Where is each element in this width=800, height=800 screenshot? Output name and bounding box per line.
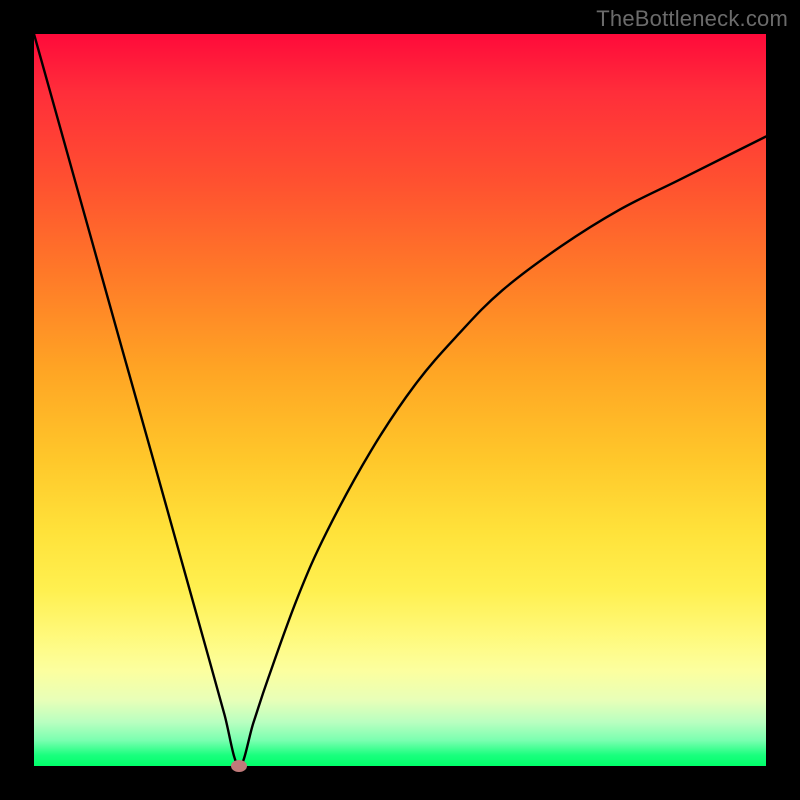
bottleneck-curve [34,34,766,766]
watermark-text: TheBottleneck.com [596,6,788,32]
chart-frame: TheBottleneck.com [0,0,800,800]
minimum-marker [231,760,247,772]
plot-area [34,34,766,766]
curve-svg [34,34,766,766]
